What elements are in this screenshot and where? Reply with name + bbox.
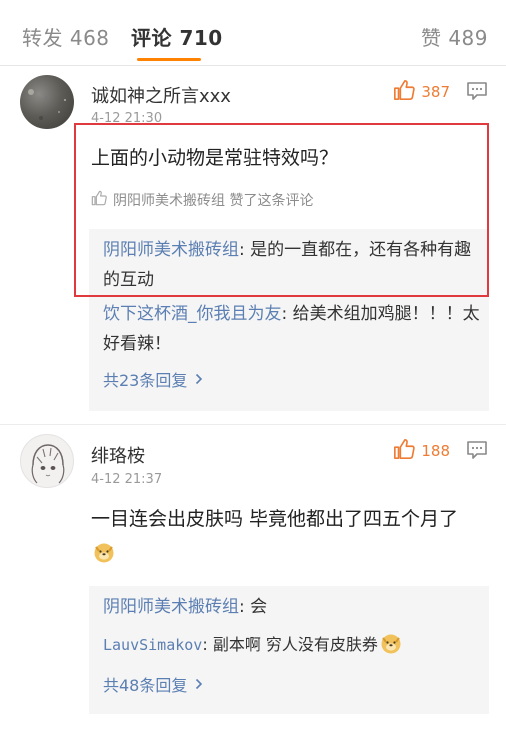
chevron-right-icon	[195, 370, 203, 389]
reply-text: : 会	[239, 597, 268, 617]
comment-username[interactable]: 绯珞桉	[91, 442, 145, 468]
active-tab-indicator	[137, 58, 201, 61]
doge-emoji-icon	[380, 632, 402, 654]
avatar[interactable]	[20, 75, 74, 129]
comment-text-content: 一目连会出皮肤吗 毕竟他都出了四五个月了	[91, 508, 459, 530]
chevron-right-icon	[195, 675, 203, 694]
like-button[interactable]: 188	[393, 438, 450, 464]
comment-bubble-icon[interactable]	[466, 440, 488, 464]
thumbs-up-icon	[393, 79, 416, 105]
reply-item[interactable]: 饮下这杯酒_你我且为友: 给美术组加鸡腿！！！太好看辣！	[103, 299, 483, 359]
view-all-replies-label: 共48条回复	[103, 676, 188, 695]
reply-author[interactable]: LauvSimakov	[103, 636, 202, 654]
comment-timestamp: 4-12 21:37	[91, 472, 163, 487]
like-button[interactable]: 387	[393, 79, 450, 105]
reply-author[interactable]: 阴阳师美术搬砖组	[103, 597, 239, 617]
view-all-replies-link[interactable]: 共48条回复	[103, 672, 203, 696]
reply-box: 阴阳师美术搬砖组: 会 LauvSimakov: 副本啊 穷人没有皮肤券 共48…	[89, 586, 489, 714]
reply-text: : 副本啊 穷人没有皮肤券	[202, 635, 378, 654]
like-count: 387	[421, 83, 450, 101]
avatar[interactable]	[20, 434, 74, 488]
comment-username[interactable]: 诚如神之所言xxx	[91, 82, 231, 108]
comment-text: 一目连会出皮肤吗 毕竟他都出了四五个月了	[91, 502, 481, 570]
reply-item[interactable]: LauvSimakov: 副本啊 穷人没有皮肤券	[103, 630, 483, 660]
thumbs-up-icon	[393, 438, 416, 464]
tab-reposts[interactable]: 转发 468	[22, 22, 110, 51]
highlight-annotation	[74, 123, 489, 297]
tab-comments[interactable]: 评论 710	[131, 22, 223, 51]
reply-item[interactable]: 阴阳师美术搬砖组: 会	[103, 592, 483, 622]
view-all-replies-label: 共23条回复	[103, 371, 188, 390]
reply-author[interactable]: 饮下这杯酒_你我且为友	[103, 304, 282, 324]
comment-bubble-icon[interactable]	[466, 81, 488, 105]
comment-tabs: 转发 468 评论 710 赞 489	[0, 0, 506, 66]
tab-likes[interactable]: 赞 489	[421, 22, 488, 51]
comment-item: 绯珞桉 4-12 21:37 188 一目连会出皮肤吗 毕竟他都出了四五个月了 …	[0, 424, 506, 732]
doge-emoji-icon	[93, 540, 115, 563]
like-count: 188	[421, 442, 450, 460]
view-all-replies-link[interactable]: 共23条回复	[103, 367, 203, 391]
